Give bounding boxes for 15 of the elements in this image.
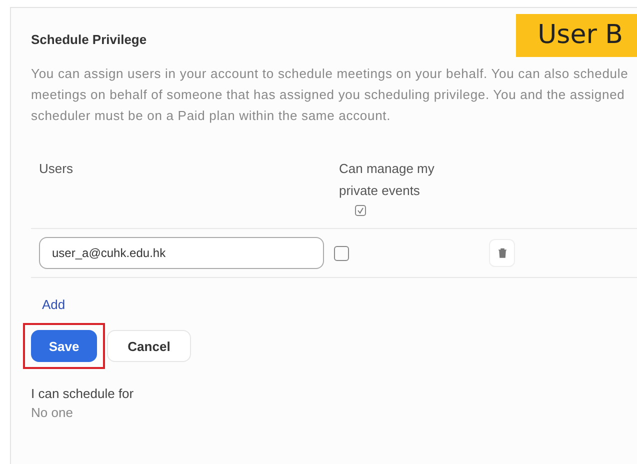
add-link[interactable]: Add: [42, 297, 66, 312]
schedule-for-label: I can schedule for: [31, 386, 135, 401]
cancel-button[interactable]: Cancel: [107, 330, 191, 362]
section-title: Schedule Privilege: [31, 32, 147, 47]
save-button[interactable]: Save: [31, 330, 97, 362]
column-header: Can manage my private events: [339, 160, 436, 200]
trash-icon: [498, 248, 506, 258]
checkbox-icon: [355, 205, 366, 216]
column-header: Users: [39, 160, 74, 178]
schedule-for-value: No one: [31, 405, 74, 420]
delete-button[interactable]: [489, 239, 515, 267]
user-label: User B: [516, 14, 637, 57]
checkbox[interactable]: [334, 246, 349, 260]
user-email-field[interactable]: user_a@cuhk.edu.hk: [39, 237, 324, 269]
section-description: You can assign users in your account to schedule meetings on your behalf. You can also schedule meetings on behalf of someone that has assigned you scheduling privilege. You and the assigned scheduler must be on a Paid plan within the same account.: [31, 65, 630, 125]
